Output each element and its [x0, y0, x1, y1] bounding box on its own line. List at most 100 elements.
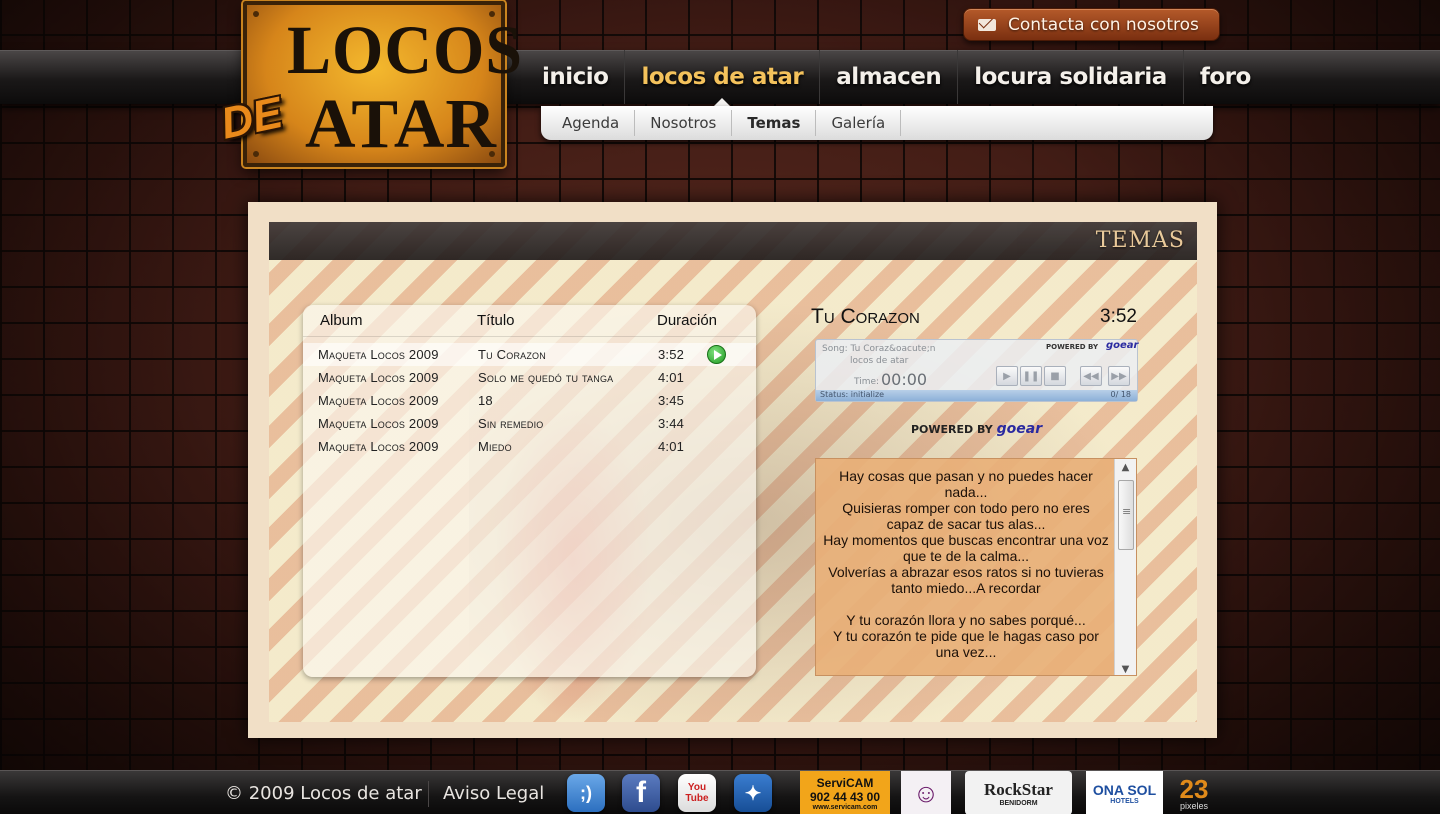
youtube-icon[interactable]: You Tube: [678, 774, 716, 812]
track-row[interactable]: Maqueta Locos 2009 18 3:45: [303, 389, 756, 412]
play-icon[interactable]: [707, 345, 726, 364]
nav-item-locos-de-atar[interactable]: locos de atar: [625, 50, 821, 106]
track-album: Maqueta Locos 2009: [318, 347, 439, 362]
pause-icon: ❚❚: [1022, 370, 1040, 382]
nav-item-almacen[interactable]: almacen: [820, 50, 959, 104]
subnav-item-galeria[interactable]: Galería: [816, 110, 902, 136]
player-status-text: Status: initialize: [820, 390, 885, 399]
play-button[interactable]: ▶: [996, 366, 1018, 386]
play-icon: ▶: [1003, 370, 1011, 382]
main-nav: inicio locos de atar almacen locura soli…: [526, 50, 1267, 106]
bolt-icon: [253, 11, 259, 17]
sponsor-rockstar-sub: BENIDORM: [999, 799, 1038, 807]
track-album: Maqueta Locos 2009: [318, 416, 439, 431]
track-duration: 4:01: [658, 439, 685, 454]
pause-button[interactable]: ❚❚: [1020, 366, 1042, 386]
content-panel: TEMAS Album Título Duración Maqueta Loco…: [269, 222, 1197, 722]
facebook-glyph: f: [636, 776, 646, 809]
powered-by: POWERED BY goear: [911, 421, 1042, 437]
goear-logo[interactable]: goear: [997, 421, 1043, 437]
lyrics-line: Quisieras romper con todo pero no eres c…: [842, 500, 1090, 532]
logo-text-atar: ATAR: [305, 86, 497, 163]
lyrics-line: Y tu corazón te pide que le hagas caso p…: [833, 628, 1099, 660]
facebook-icon[interactable]: f: [622, 774, 660, 812]
subnav-item-agenda[interactable]: Agenda: [547, 110, 636, 136]
lyrics-text: Hay cosas que pasan y no puedes hacer na…: [816, 459, 1116, 675]
mask-icon: ☺: [912, 777, 940, 808]
sponsor-servicam-name: ServiCAM: [816, 775, 874, 790]
track-row[interactable]: Maqueta Locos 2009 Miedo 4:01: [303, 435, 756, 458]
track-title: 18: [478, 393, 493, 408]
previous-button[interactable]: ◀◀: [1080, 366, 1102, 386]
stop-icon: ■: [1050, 370, 1060, 382]
now-playing-duration: 3:52: [1100, 306, 1137, 327]
sponsor-servicam[interactable]: ServiCAM 902 44 43 00 www.servicam.com: [800, 771, 890, 814]
stop-button[interactable]: ■: [1044, 366, 1066, 386]
column-header-album: Album: [320, 312, 363, 329]
track-row[interactable]: Maqueta Locos 2009 Solo me quedó tu tang…: [303, 366, 756, 389]
track-duration: 3:52: [658, 347, 685, 362]
track-title: Tu Corazon: [478, 347, 546, 362]
sponsor-onasol[interactable]: ONA SOL HOTELS: [1086, 771, 1163, 814]
scrollbar-thumb[interactable]: [1118, 480, 1134, 550]
sponsor-mask-logo[interactable]: ☺: [901, 771, 951, 814]
nav-item-locura-solidaria[interactable]: locura solidaria: [958, 50, 1184, 104]
powered-by-label: POWERED BY: [911, 423, 993, 436]
column-header-title: Título: [477, 312, 515, 329]
lyrics-gap: [822, 596, 1110, 612]
rewind-icon: ◀◀: [1083, 370, 1099, 382]
content-frame: TEMAS Album Título Duración Maqueta Loco…: [248, 202, 1217, 738]
next-button[interactable]: ▶▶: [1108, 366, 1130, 386]
footer-copyright: © 2009 Locos de atar: [225, 783, 422, 804]
lyrics-line: Volverías a abrazar esos ratos si no tuv…: [828, 564, 1104, 596]
track-album: Maqueta Locos 2009: [318, 439, 439, 454]
scroll-down-icon[interactable]: ▼: [1115, 661, 1136, 675]
track-title: Sin remedio: [478, 416, 544, 431]
track-row[interactable]: Maqueta Locos 2009 Sin remedio 3:44: [303, 412, 756, 435]
nav-item-foro[interactable]: foro: [1184, 50, 1267, 104]
goear-logo: goear: [1106, 340, 1139, 351]
sponsor-rockstar[interactable]: RockStar BENIDORM: [965, 771, 1072, 814]
lyrics-box[interactable]: Hay cosas que pasan y no puedes hacer na…: [815, 458, 1137, 676]
lyrics-line: Hay momentos que buscas encontrar una vo…: [823, 532, 1109, 564]
track-list: Album Título Duración Maqueta Locos 2009…: [303, 305, 756, 677]
player-status-bar: Status: initialize 0/ 18: [816, 390, 1137, 401]
track-list-header: Album Título Duración: [303, 305, 756, 337]
sponsor-23pixeles[interactable]: 23 pixeles: [1172, 771, 1216, 814]
tuenti-glyph: ;): [580, 782, 592, 803]
lyrics-line: Y tu corazón llora y no sabes porqué...: [846, 612, 1086, 628]
mail-icon: [978, 18, 996, 31]
contact-button-label: Contacta con nosotros: [1008, 14, 1199, 35]
sponsor-servicam-url: www.servicam.com: [812, 803, 878, 811]
nav-item-inicio[interactable]: inicio: [526, 50, 626, 104]
player-song-label: Song: Tu Coraz&oacute;n: [822, 344, 936, 354]
now-playing-title: Tu Corazon: [811, 305, 920, 328]
myspace-glyph: ✦: [744, 782, 762, 805]
contact-button[interactable]: Contacta con nosotros: [963, 8, 1220, 41]
lyrics-scrollbar[interactable]: ▲ ▼: [1114, 459, 1136, 675]
section-title: TEMAS: [1095, 228, 1185, 253]
player-artist-label: locos de atar: [850, 356, 909, 366]
player-time-label: Time:: [854, 377, 880, 387]
track-title: Solo me quedó tu tanga: [478, 370, 614, 385]
sponsor-23pixeles-sub: pixeles: [1179, 800, 1208, 811]
logo-text-locos: LOCOS: [287, 12, 524, 89]
track-duration: 4:01: [658, 370, 685, 385]
subnav-item-nosotros[interactable]: Nosotros: [635, 110, 733, 136]
player-status-count: 0/ 18: [1110, 390, 1131, 399]
sponsor-23pixeles-number: 23: [1179, 773, 1209, 804]
track-row[interactable]: Maqueta Locos 2009 Tu Corazon 3:52: [303, 343, 756, 366]
forward-icon: ▶▶: [1111, 370, 1127, 382]
youtube-glyph: You Tube: [685, 782, 709, 804]
sponsor-onasol-name: ONA SOL: [1092, 781, 1157, 798]
tuenti-icon[interactable]: ;): [567, 774, 605, 812]
subnav-item-temas[interactable]: Temas: [732, 110, 817, 136]
sponsor-rockstar-name: RockStar: [984, 779, 1053, 799]
legal-link[interactable]: Aviso Legal: [443, 783, 544, 804]
sponsor-servicam-phone: 902 44 43 00: [809, 789, 881, 804]
column-header-duration: Duración: [657, 312, 718, 329]
track-album: Maqueta Locos 2009: [318, 393, 439, 408]
lyrics-line: Hay cosas que pasan y no puedes hacer na…: [839, 468, 1093, 500]
scroll-up-icon[interactable]: ▲: [1115, 459, 1136, 475]
myspace-icon[interactable]: ✦: [734, 774, 772, 812]
